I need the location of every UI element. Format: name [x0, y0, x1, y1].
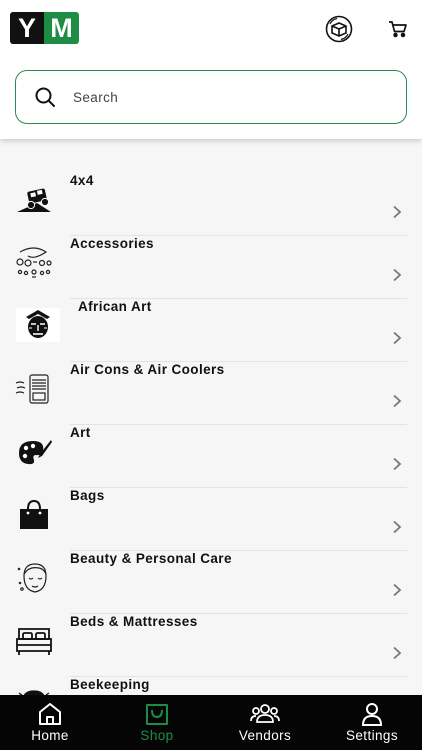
category-row-african-art[interactable]: African Art — [0, 291, 422, 362]
category-label: Bags — [70, 488, 105, 503]
category-row-air-cons[interactable]: Air Cons & Air Coolers — [0, 354, 422, 425]
nav-settings-label: Settings — [346, 728, 398, 743]
african-mask-icon — [16, 308, 60, 342]
category-row-beds[interactable]: Beds & Mattresses — [0, 606, 422, 677]
air-cooler-icon — [14, 369, 54, 409]
nav-vendors-label: Vendors — [238, 728, 292, 743]
chevron-right-icon — [393, 646, 402, 660]
nav-settings[interactable]: Settings — [337, 695, 407, 750]
category-label: Art — [70, 425, 91, 440]
search-icon — [35, 87, 55, 107]
chevron-right-icon — [393, 457, 402, 471]
beekeeper-icon — [14, 684, 54, 695]
category-row-accessories[interactable]: Accessories — [0, 228, 422, 299]
palette-icon — [14, 432, 54, 472]
nav-shop[interactable]: Shop — [127, 695, 187, 750]
category-row-bags[interactable]: Bags — [0, 480, 422, 551]
accessories-icon — [14, 243, 54, 283]
nav-home-label: Home — [31, 728, 69, 743]
bottom-nav: Home Shop Vendors Settings — [0, 695, 422, 750]
category-row-4x4[interactable]: 4x4 — [0, 165, 422, 236]
bed-icon — [14, 621, 54, 661]
category-label: Beds & Mattresses — [70, 614, 198, 629]
chevron-right-icon — [393, 394, 402, 408]
top-bar: Y M — [0, 0, 422, 139]
category-label: Beekeeping — [70, 677, 150, 692]
box-3d-icon[interactable] — [324, 14, 354, 44]
search-box[interactable] — [15, 70, 407, 124]
chevron-right-icon — [393, 583, 402, 597]
category-label: Beauty & Personal Care — [70, 551, 232, 566]
logo-right-letter: M — [44, 12, 79, 44]
logo-left-letter: Y — [10, 12, 44, 44]
search-input[interactable] — [73, 85, 393, 109]
chevron-right-icon — [393, 520, 402, 534]
nav-home[interactable]: Home — [20, 695, 80, 750]
vendors-icon — [250, 704, 280, 723]
chevron-right-icon — [393, 268, 402, 282]
nav-shop-label: Shop — [140, 728, 174, 743]
bag-icon — [14, 495, 54, 535]
shop-bag-icon — [146, 704, 168, 725]
cart-icon[interactable] — [385, 16, 411, 42]
face-care-icon — [14, 558, 54, 598]
home-icon — [39, 703, 61, 725]
nav-vendors[interactable]: Vendors — [230, 695, 300, 750]
chevron-right-icon — [393, 205, 402, 219]
chevron-right-icon — [393, 331, 402, 345]
4x4-vehicle-icon — [14, 180, 54, 220]
ym-logo[interactable]: Y M — [10, 12, 79, 44]
category-label: African Art — [78, 299, 152, 314]
category-label: 4x4 — [70, 173, 94, 188]
category-label: Air Cons & Air Coolers — [70, 362, 225, 377]
app-screen: Y M Search 4x4 Accessories African Art A… — [0, 0, 422, 750]
category-row-beekeeping[interactable]: Beekeeping — [0, 669, 422, 695]
category-row-art[interactable]: Art — [0, 417, 422, 488]
category-list: 4x4 Accessories African Art Air Cons & A… — [0, 139, 422, 695]
person-icon — [361, 703, 383, 726]
category-label: Accessories — [70, 236, 154, 251]
category-row-beauty[interactable]: Beauty & Personal Care — [0, 543, 422, 614]
